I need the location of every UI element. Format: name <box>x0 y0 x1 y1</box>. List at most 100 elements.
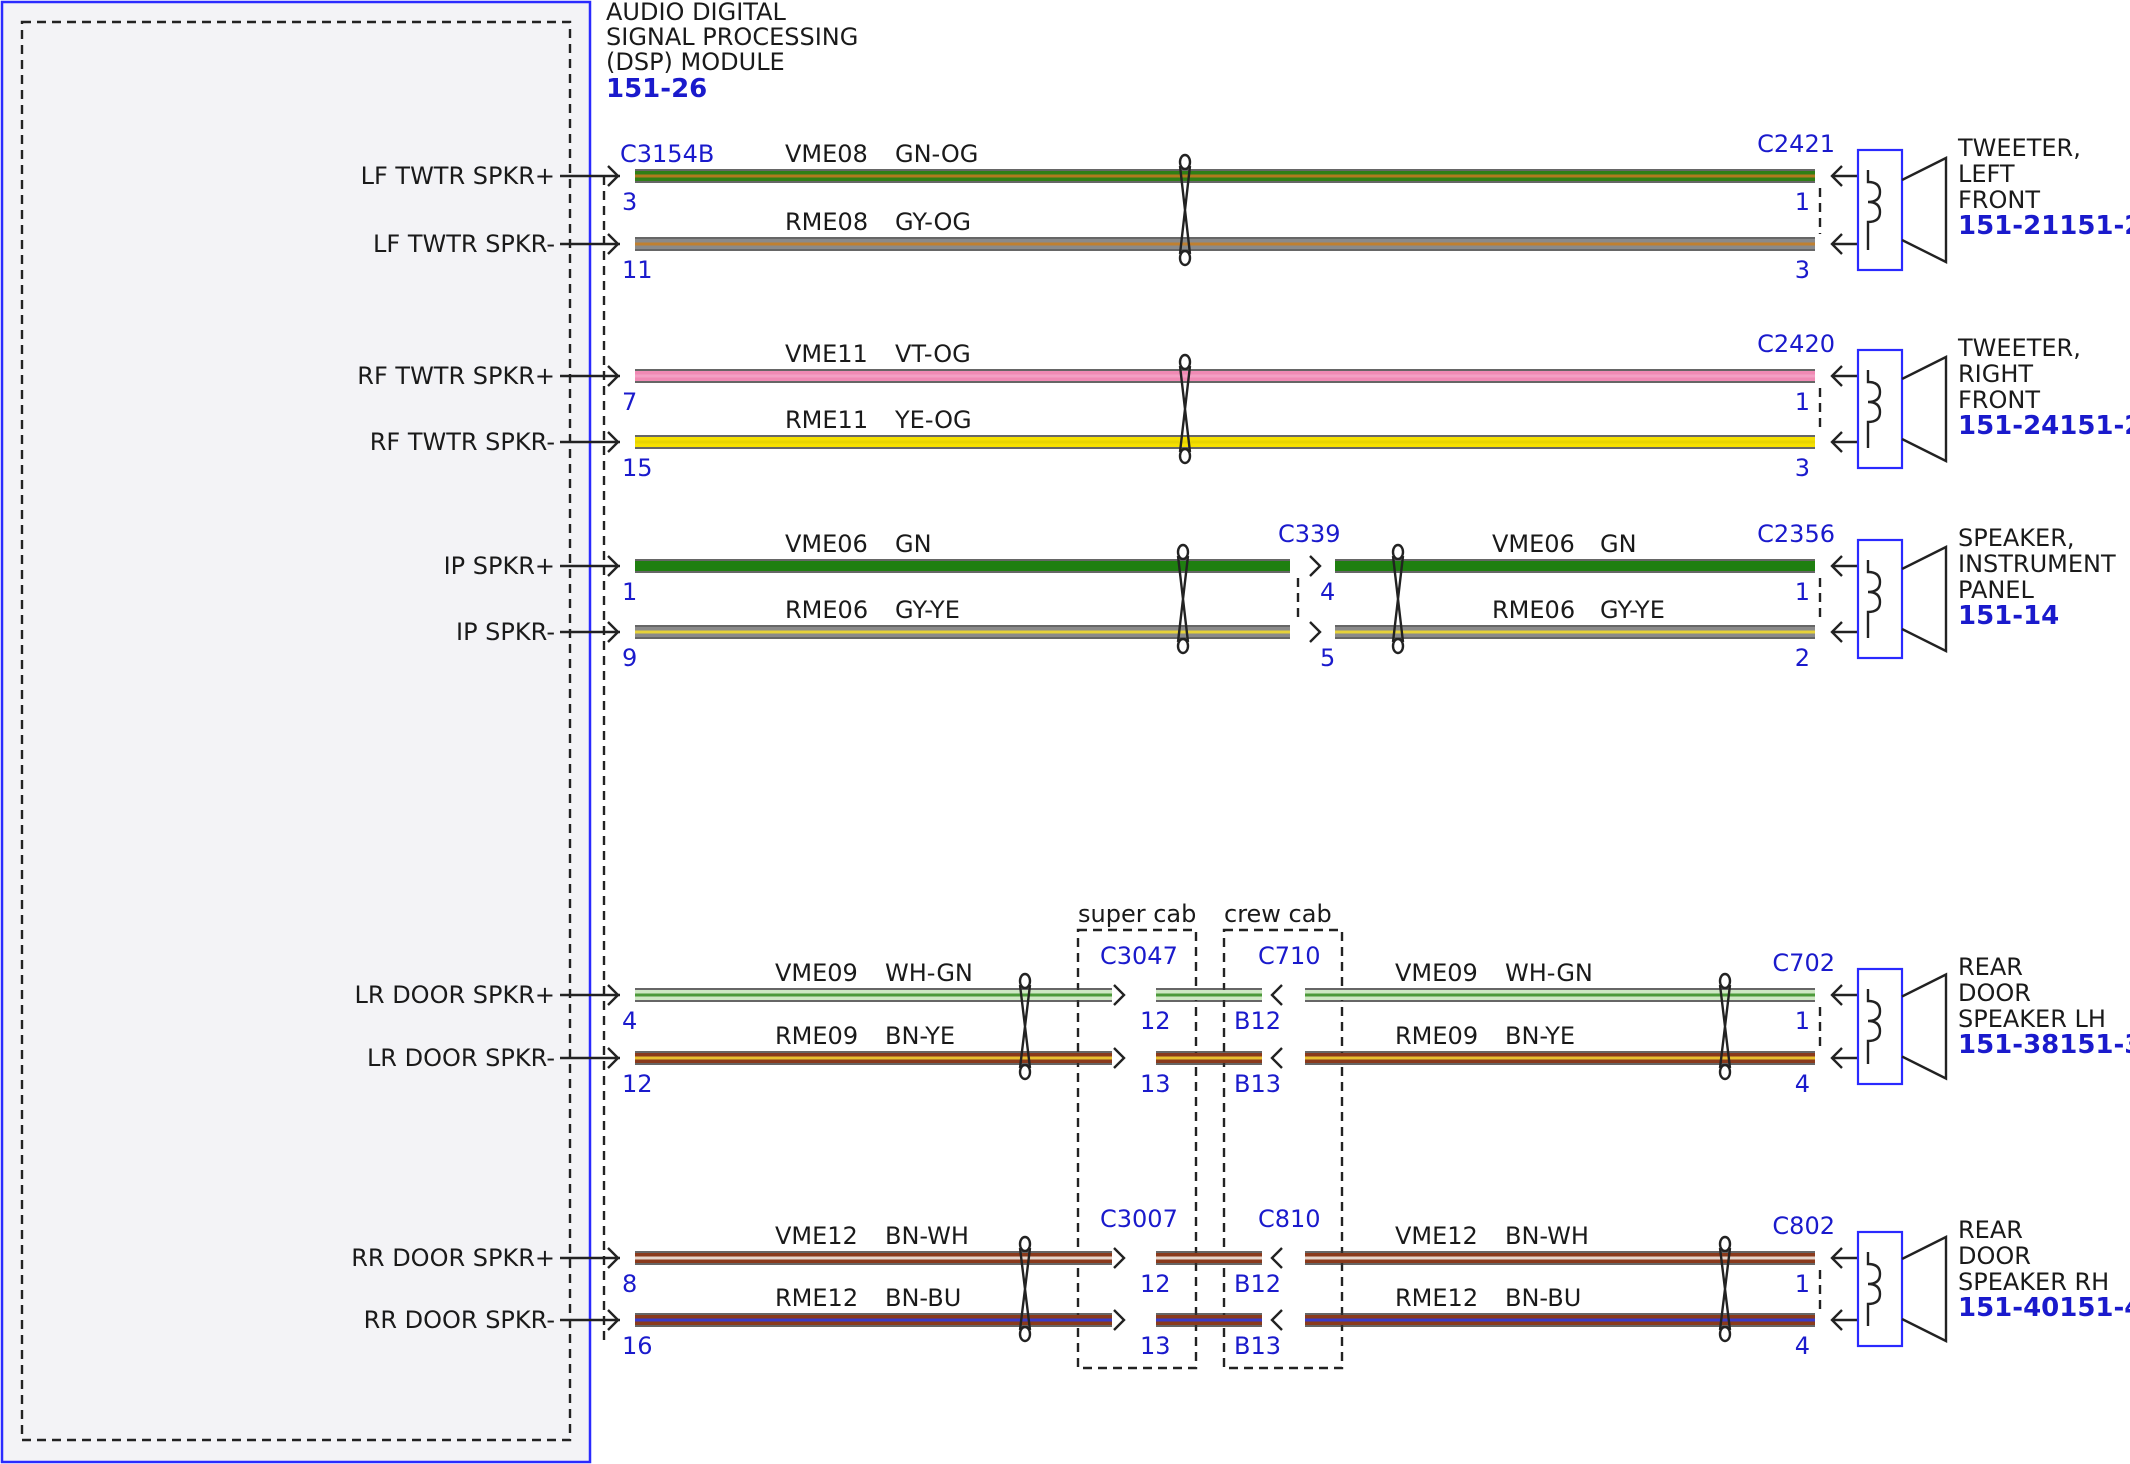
circuit-ip-device-color-2: GY-YE <box>1600 596 1665 624</box>
circuit-rr-door-super-pin-2: 13 <box>1140 1332 1171 1360</box>
circuit-ip-wire-2 <box>635 625 1290 639</box>
circuits: LF TWTR SPKR+3LF TWTR SPKR-11VME08 GN-OGR… <box>351 130 2130 1360</box>
circuit-rf-twtr-wire-2 <box>635 435 1815 449</box>
circuit-rr-door-device-wire-2-stripe <box>1305 1318 1815 1322</box>
circuit-lr-door-device-name-1: REAR <box>1958 953 2023 981</box>
circuit-lf-twtr-circuit-2: RME08 <box>785 208 868 236</box>
circuit-rf-twtr-color-2: YE-OG <box>894 406 972 434</box>
circuit-rr-door-module-pin-1: 8 <box>622 1270 637 1298</box>
circuit-lr-door-device-color-2: BN-YE <box>1505 1022 1575 1050</box>
circuit-lr-door-device-wire-2-stripe <box>1305 1056 1815 1060</box>
circuit-lf-twtr-module-pin-2: 11 <box>622 256 653 284</box>
circuit-lr-door-super-pin-2: 13 <box>1140 1070 1171 1098</box>
circuit-lr-door-pin-label-2: LR DOOR SPKR- <box>367 1044 555 1072</box>
circuit-ip-wire-1 <box>635 559 1290 573</box>
circuit-lf-twtr-twist-1-loop-bottom <box>1178 249 1192 267</box>
circuit-lr-door-cab-wire-1 <box>1156 988 1262 1002</box>
circuit-ip-device-name-3: PANEL <box>1958 576 2034 604</box>
circuit-rr-door-device-name-2: DOOR <box>1958 1242 2031 1270</box>
circuit-rf-twtr-device-connector: C2420 <box>1757 330 1835 358</box>
circuit-lr-door-circuit-2: RME09 <box>775 1022 858 1050</box>
circuit-rr-door-wire-1-stripe <box>635 1256 1112 1260</box>
circuit-lr-door-super-arrow-2 <box>1113 1047 1126 1069</box>
circuit-rf-twtr-device-name-3: FRONT <box>1958 386 2040 414</box>
circuit-rr-door-twist-2-loop-bottom <box>1718 1325 1732 1343</box>
circuit-rr-door-super-connector: C3007 <box>1100 1205 1178 1233</box>
circuit-rf-twtr-pin-label-2: RF TWTR SPKR- <box>370 428 555 456</box>
circuit-rr-door-speaker-coil <box>1866 1252 1882 1326</box>
circuit-lr-door-device-wire-2 <box>1305 1051 1815 1065</box>
circuit-rf-twtr-speaker-cone <box>1901 355 1948 463</box>
wiring-diagram: AUDIO DIGITAL SIGNAL PROCESSING (DSP) MO… <box>0 0 2130 1464</box>
circuit-lf-twtr-speaker-cone <box>1901 156 1948 264</box>
circuit-rr-door-device-name-3: SPEAKER RH <box>1958 1268 2109 1296</box>
circuit-lr-door-wire-1-stripe <box>635 993 1112 997</box>
circuit-rr-door-device-wire-1 <box>1305 1251 1815 1265</box>
circuit-rr-door-speaker <box>1856 1230 1948 1348</box>
circuit-lr-door-wire-1 <box>635 988 1112 1002</box>
circuit-rr-door-device-ref: 151-40151-41 <box>1958 1293 2130 1323</box>
module-ref: 151-26 <box>606 74 707 104</box>
circuit-ip-pin-label-1: IP SPKR+ <box>444 552 555 580</box>
circuit-rr-door-device-circuit-1: VME12 <box>1395 1222 1478 1250</box>
circuit-lf-twtr-device-name-3: FRONT <box>1958 186 2040 214</box>
circuit-ip-inline-connector: C339 <box>1278 520 1341 548</box>
circuit-rf-twtr-circuit-1: VME11 <box>785 340 868 368</box>
circuit-lf-twtr-wire-1-stripe <box>635 174 1815 178</box>
circuit-ip-device-wire-1 <box>1335 559 1815 573</box>
circuit-rr-door-cab-wire-1 <box>1156 1251 1262 1265</box>
circuit-rr-door-device-wire-1-stripe <box>1305 1256 1815 1260</box>
circuit-lf-twtr-device-pin-2: 3 <box>1795 256 1810 284</box>
circuit-lr-door-speaker-coil <box>1866 989 1882 1064</box>
circuit-lr-door-twist-2-loop-bottom <box>1718 1063 1732 1081</box>
circuit-rr-door-super-arrow-1 <box>1113 1247 1126 1269</box>
circuit-ip-circuit-2: RME06 <box>785 596 868 624</box>
circuit-lf-twtr-twist-1-loop-top <box>1178 153 1192 171</box>
circuit-ip-device-wire-1-stripe <box>1335 564 1815 568</box>
circuit-rr-door-wire-2 <box>635 1313 1112 1327</box>
circuit-rf-twtr-device-name-2: RIGHT <box>1958 360 2033 388</box>
circuit-lr-door-device-circuit-2: RME09 <box>1395 1022 1478 1050</box>
circuit-rr-door-cab-wire-2-stripe <box>1156 1318 1262 1322</box>
circuit-lr-door-cab-wire-2-stripe <box>1156 1056 1262 1060</box>
module-title-line-3: (DSP) MODULE <box>606 48 785 76</box>
circuit-ip-speaker-coil <box>1866 560 1882 638</box>
circuit-lf-twtr-pin-label-1: LF TWTR SPKR+ <box>361 162 555 190</box>
circuit-rr-door-crew-pin-1: B12 <box>1234 1270 1281 1298</box>
circuit-ip-twist-1-loop-top <box>1176 543 1190 561</box>
circuit-ip-inline-arrow-2 <box>1309 621 1322 643</box>
circuit-lf-twtr-circuit-1: VME08 <box>785 140 868 168</box>
circuit-lr-door-module-pin-2: 12 <box>622 1070 653 1098</box>
circuit-ip-device-color-1: GN <box>1600 530 1637 558</box>
module-connector: C3154B <box>620 140 714 168</box>
circuit-lr-door-device-name-2: DOOR <box>1958 979 2031 1007</box>
circuit-rr-door-crew-connector: C810 <box>1258 1205 1321 1233</box>
circuit-lr-door-cab-wire-2 <box>1156 1051 1262 1065</box>
circuit-rf-twtr-speaker-coil <box>1866 370 1882 448</box>
circuit-ip-wire-1-stripe <box>635 564 1290 568</box>
circuit-rr-door-device-circuit-2: RME12 <box>1395 1284 1478 1312</box>
circuit-ip-device-ref: 151-14 <box>1958 601 2059 631</box>
circuit-rr-door-super-pin-1: 12 <box>1140 1270 1171 1298</box>
circuit-ip-device-connector: C2356 <box>1757 520 1835 548</box>
circuit-lr-door-crew-arrow-2 <box>1270 1047 1283 1069</box>
circuit-ip-twist-2-loop-bottom <box>1391 637 1405 655</box>
circuit-rf-twtr-wire-2-stripe <box>635 440 1815 444</box>
circuit-rr-door-device-name-1: REAR <box>1958 1216 2023 1244</box>
circuit-rr-door-twist-2-loop-top <box>1718 1235 1732 1253</box>
circuit-rf-twtr-twist-1-loop-bottom <box>1178 447 1192 465</box>
circuit-lr-door-device-pin-2: 4 <box>1795 1070 1810 1098</box>
circuit-lr-door-super-connector: C3047 <box>1100 942 1178 970</box>
circuit-lf-twtr-pin-label-2: LF TWTR SPKR- <box>373 230 555 258</box>
circuit-rr-door-crew-arrow-2 <box>1270 1309 1283 1331</box>
circuit-rr-door-circuit-1: VME12 <box>775 1222 858 1250</box>
circuit-rr-door-color-2: BN-BU <box>885 1284 961 1312</box>
circuit-lr-door-device-ref: 151-38151-39 <box>1958 1030 2130 1060</box>
circuit-lr-door-speaker <box>1856 967 1948 1086</box>
circuit-rr-door-device-color-1: BN-WH <box>1505 1222 1589 1250</box>
circuit-lr-door-super-arrow-1 <box>1113 984 1126 1006</box>
circuit-rr-door-cab-wire-1-stripe <box>1156 1256 1262 1260</box>
circuit-ip-device-circuit-2: RME06 <box>1492 596 1575 624</box>
circuit-lf-twtr-device-ref: 151-21151-22 <box>1958 211 2130 241</box>
circuit-rr-door-pin-label-2: RR DOOR SPKR- <box>364 1306 555 1334</box>
